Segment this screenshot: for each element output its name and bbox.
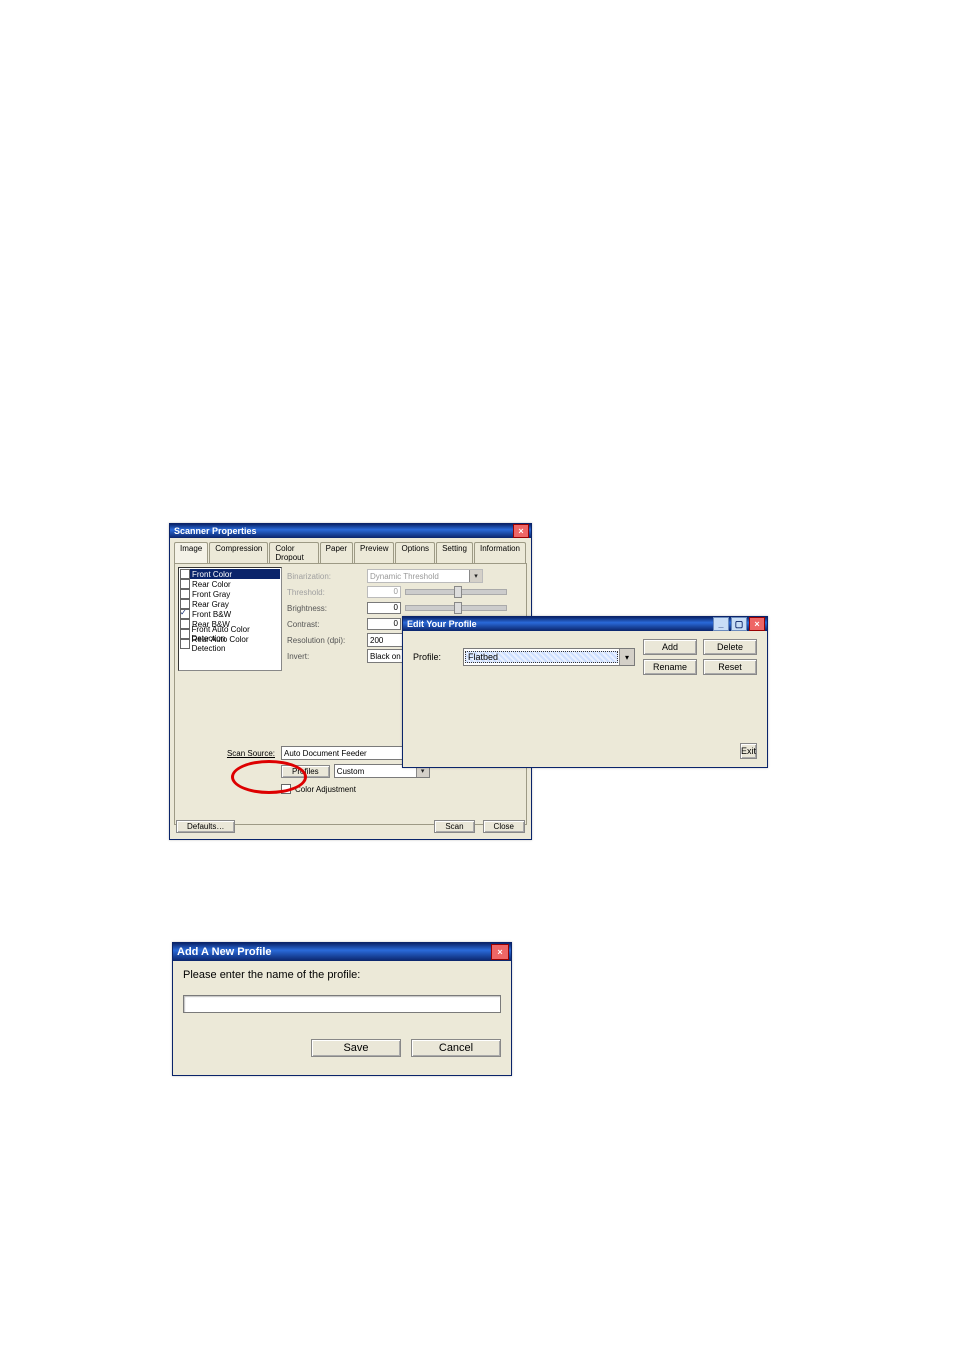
close-button[interactable]: Close — [483, 820, 525, 833]
scan-button[interactable]: Scan — [434, 820, 474, 833]
checkbox-icon[interactable] — [180, 609, 190, 619]
scanner-titlebar: Scanner Properties × — [170, 524, 531, 538]
defaults-button[interactable]: Defaults… — [176, 820, 235, 833]
checkbox-icon[interactable] — [180, 619, 190, 629]
edit-body: Profile: Flatbed ▾ Add Rename Delete Res… — [403, 631, 767, 765]
cancel-button[interactable]: Cancel — [411, 1039, 501, 1057]
tab-preview[interactable]: Preview — [354, 542, 394, 563]
tab-color-dropout[interactable]: Color Dropout — [269, 542, 318, 563]
threshold-slider — [405, 589, 507, 595]
chevron-down-icon[interactable]: ▾ — [619, 649, 634, 665]
binarization-select: Dynamic Threshold ▾ — [367, 569, 483, 583]
list-item[interactable]: Rear Auto Color Detection — [180, 639, 280, 649]
tabs-bar: Image Compression Color Dropout Paper Pr… — [174, 542, 527, 563]
list-item[interactable]: Front Gray — [180, 589, 280, 599]
tab-paper[interactable]: Paper — [320, 542, 353, 563]
list-item[interactable]: Rear Gray — [180, 599, 280, 609]
add-body: Please enter the name of the profile: Sa… — [173, 961, 511, 1065]
add-prompt: Please enter the name of the profile: — [183, 969, 501, 981]
color-adjustment-label: Color Adjustment — [295, 785, 356, 794]
scan-source-label: Scan Source: — [215, 749, 275, 758]
tab-information[interactable]: Information — [474, 542, 526, 563]
image-selection-list[interactable]: Front Color Rear Color Front Gray Rear G… — [178, 567, 282, 671]
edit-titlebar: Edit Your Profile _ ▢ × — [403, 617, 767, 631]
edit-profile-dialog: Edit Your Profile _ ▢ × Profile: Flatbed… — [402, 616, 768, 768]
bottom-buttons: Defaults… Scan Close — [176, 820, 525, 833]
reset-button[interactable]: Reset — [703, 659, 757, 675]
rename-button[interactable]: Rename — [643, 659, 697, 675]
list-item[interactable]: Rear Color — [180, 579, 280, 589]
add-profile-dialog: Add A New Profile × Please enter the nam… — [172, 942, 512, 1076]
checkbox-icon[interactable] — [281, 784, 291, 794]
list-item-label: Front B&W — [192, 610, 231, 619]
save-button[interactable]: Save — [311, 1039, 401, 1057]
list-item[interactable]: Front Color — [180, 569, 280, 579]
invert-label: Invert: — [287, 652, 367, 661]
invert-value: Black on — [370, 652, 401, 661]
contrast-label: Contrast: — [287, 620, 367, 629]
profile-name-input[interactable] — [183, 995, 501, 1013]
profiles-value: Custom — [337, 767, 365, 776]
close-icon[interactable]: × — [513, 524, 529, 538]
add-button[interactable]: Add — [643, 639, 697, 655]
profiles-button[interactable]: Profiles — [281, 765, 330, 778]
list-item-label: Rear Color — [192, 580, 231, 589]
add-title: Add A New Profile — [177, 946, 272, 958]
tab-setting[interactable]: Setting — [436, 542, 473, 563]
delete-button[interactable]: Delete — [703, 639, 757, 655]
list-item[interactable]: Front B&W — [180, 609, 280, 619]
profile-select[interactable]: Flatbed ▾ — [463, 648, 635, 666]
edit-title: Edit Your Profile — [407, 619, 477, 629]
resolution-label: Resolution (dpi): — [287, 636, 367, 645]
binarization-label: Binarization: — [287, 572, 367, 581]
profile-label: Profile: — [413, 652, 463, 662]
brightness-label: Brightness: — [287, 604, 367, 613]
add-titlebar: Add A New Profile × — [173, 943, 511, 961]
tab-compression[interactable]: Compression — [209, 542, 268, 563]
list-item-label: Rear Gray — [192, 600, 229, 609]
profile-value: Flatbed — [465, 651, 618, 663]
exit-button[interactable]: Exit — [740, 743, 757, 759]
contrast-value[interactable]: 0 — [367, 618, 401, 630]
threshold-value: 0 — [367, 586, 401, 598]
tab-options[interactable]: Options — [395, 542, 435, 563]
chevron-down-icon: ▾ — [469, 570, 482, 582]
scanner-title: Scanner Properties — [174, 526, 257, 536]
resolution-value: 200 — [370, 636, 383, 645]
checkbox-icon[interactable] — [180, 579, 190, 589]
close-icon[interactable]: × — [491, 944, 509, 960]
brightness-value[interactable]: 0 — [367, 602, 401, 614]
checkbox-icon[interactable] — [180, 569, 190, 579]
list-item-label: Front Gray — [192, 590, 230, 599]
close-icon[interactable]: × — [749, 617, 765, 631]
tab-image[interactable]: Image — [174, 542, 208, 563]
checkbox-icon[interactable] — [180, 629, 190, 639]
scan-source-value: Auto Document Feeder — [284, 749, 367, 758]
brightness-slider[interactable] — [405, 605, 507, 611]
scan-source-select[interactable]: Auto Document Feeder ▾ — [281, 746, 417, 760]
maximize-icon[interactable]: ▢ — [731, 617, 747, 631]
binarization-value: Dynamic Threshold — [370, 572, 439, 581]
threshold-label: Threshold: — [287, 588, 367, 597]
checkbox-icon[interactable] — [180, 589, 190, 599]
checkbox-icon[interactable] — [180, 639, 190, 649]
list-item-label: Front Color — [192, 570, 232, 579]
list-item-label: Rear Auto Color Detection — [192, 635, 280, 653]
minimize-icon[interactable]: _ — [713, 617, 729, 631]
